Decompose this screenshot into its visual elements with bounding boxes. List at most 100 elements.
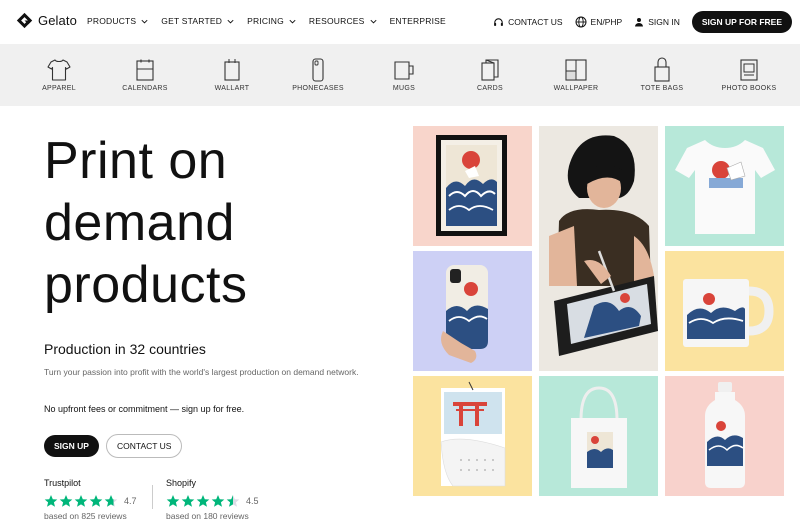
- totebag-product-image[interactable]: [539, 376, 658, 496]
- main-menu: PRODUCTS GET STARTED PRICING RESOURCES E…: [87, 16, 458, 26]
- artist-drawing-photo[interactable]: [539, 126, 658, 371]
- bottle-product-image[interactable]: [665, 376, 784, 496]
- headset-icon: [494, 17, 503, 26]
- category-bar: APPAREL CALENDARS WALLART PHONECASES MUG…: [0, 44, 800, 106]
- category-label: WALLPAPER: [553, 85, 599, 92]
- cards-icon: [481, 59, 499, 81]
- category-calendars[interactable]: CALENDARS: [110, 44, 180, 106]
- hero-note: No upfront fees or commitment — sign up …: [44, 404, 245, 414]
- menu-label: GET STARTED: [161, 16, 223, 26]
- globe-icon: [575, 16, 587, 28]
- category-label: CARDS: [476, 85, 503, 92]
- stars-container: [166, 494, 241, 508]
- framed-art-image[interactable]: [413, 126, 532, 246]
- star-icon: [89, 495, 103, 507]
- gelato-logo-icon: [16, 12, 33, 29]
- gelato-logo[interactable]: Gelato: [16, 12, 77, 29]
- star-icon: [104, 495, 118, 507]
- sign-in-link[interactable]: SIGN IN: [634, 17, 680, 27]
- menu-label: PRICING: [247, 16, 284, 26]
- menu-get-started[interactable]: GET STARTED: [161, 16, 235, 26]
- hero-title-line: demand: [44, 194, 235, 252]
- hero-description: Turn your passion into profit with the w…: [44, 367, 359, 377]
- star-rating: 4.7: [44, 494, 137, 508]
- category-wallpaper[interactable]: WALLPAPER: [541, 44, 611, 106]
- framed-art-illustration: [436, 135, 507, 236]
- menu-label: ENTERPRISE: [389, 16, 446, 26]
- sign-in-label: SIGN IN: [648, 17, 680, 27]
- star-icon: [211, 495, 225, 507]
- category-mugs[interactable]: MUGS: [369, 44, 439, 106]
- star-icon: [226, 495, 240, 507]
- chevron-down-icon: [370, 19, 377, 23]
- tshirt-product-image[interactable]: [665, 126, 784, 246]
- chevron-down-icon: [289, 19, 296, 23]
- star-icon: [196, 495, 210, 507]
- menu-label: PRODUCTS: [87, 16, 137, 26]
- language-selector[interactable]: EN/PHP: [575, 16, 623, 28]
- calendar-icon: [136, 59, 154, 81]
- category-wallart[interactable]: WALLART: [197, 44, 267, 106]
- menu-resources[interactable]: RESOURCES: [309, 16, 378, 26]
- menu-enterprise[interactable]: ENTERPRISE: [390, 16, 446, 26]
- category-label: MUGS: [392, 85, 416, 92]
- review-count: based on 180 reviews: [166, 511, 249, 521]
- category-label: PHONECASES: [292, 85, 344, 92]
- menu-products[interactable]: PRODUCTS: [87, 16, 149, 26]
- chevron-down-icon: [141, 19, 148, 23]
- hero-title-line: products: [44, 256, 248, 314]
- calendar-product-image[interactable]: [413, 376, 532, 496]
- review-source: Trustpilot: [44, 478, 81, 488]
- wallpaper-icon: [565, 59, 587, 81]
- category-label: TOTE BAGS: [640, 85, 684, 92]
- hero-title-line: Print on: [44, 132, 228, 190]
- category-cards[interactable]: CARDS: [455, 44, 525, 106]
- review-shopify[interactable]: Shopify 4.5 based on 180 reviews: [166, 478, 259, 521]
- hero-title: Print on demand products: [44, 130, 247, 316]
- artist-photo-illustration: [539, 126, 658, 371]
- review-count: based on 825 reviews: [44, 511, 127, 521]
- star-icon: [44, 495, 58, 507]
- photobook-icon: [740, 59, 758, 81]
- category-phonecases[interactable]: PHONECASES: [283, 44, 353, 106]
- sign-up-free-button[interactable]: SIGN UP FOR FREE: [691, 11, 792, 33]
- user-icon: [635, 18, 644, 27]
- phonecase-product-image[interactable]: [413, 251, 532, 371]
- language-label: EN/PHP: [590, 17, 623, 27]
- sign-up-button[interactable]: SIGN UP: [44, 435, 99, 457]
- category-label: CALENDARS: [122, 85, 168, 92]
- calendar-illustration: [440, 381, 506, 487]
- star-rating: 4.5: [166, 494, 259, 508]
- review-score: 4.5: [246, 496, 259, 506]
- phonecase-illustration: [441, 265, 488, 363]
- totebag-icon: [654, 57, 670, 82]
- menu-pricing[interactable]: PRICING: [247, 16, 297, 26]
- mug-illustration: [683, 279, 774, 347]
- hero-subheading: Production in 32 countries: [44, 341, 206, 357]
- contact-us-button[interactable]: CONTACT US: [106, 434, 183, 458]
- category-apparel[interactable]: APPAREL: [24, 44, 94, 106]
- mug-icon: [394, 61, 414, 80]
- nav-actions: CONTACT US EN/PHP SIGN IN SIGN UP FOR FR…: [493, 11, 792, 33]
- menu-label: RESOURCES: [308, 16, 365, 26]
- review-divider: [152, 485, 153, 509]
- stars-container: [44, 494, 119, 508]
- review-source: Shopify: [166, 478, 197, 488]
- category-photo-books[interactable]: PHOTO BOOKS: [714, 44, 784, 106]
- bottle-illustration: [705, 382, 745, 488]
- star-icon: [166, 495, 180, 507]
- tshirt-illustration: [675, 140, 775, 234]
- category-tote-bags[interactable]: TOTE BAGS: [627, 44, 697, 106]
- contact-us-label: CONTACT US: [508, 17, 563, 27]
- chevron-down-icon: [227, 19, 234, 23]
- review-score: 4.7: [124, 496, 137, 506]
- star-icon: [59, 495, 73, 507]
- tshirt-icon: [47, 59, 71, 81]
- category-label: PHOTO BOOKS: [721, 85, 777, 92]
- star-icon: [181, 495, 195, 507]
- mug-product-image[interactable]: [665, 251, 784, 371]
- review-trustpilot[interactable]: Trustpilot 4.7 based on 825 reviews: [44, 478, 137, 521]
- category-label: WALLART: [214, 85, 250, 92]
- contact-us-link[interactable]: CONTACT US: [493, 17, 563, 28]
- wallart-icon: [224, 59, 240, 81]
